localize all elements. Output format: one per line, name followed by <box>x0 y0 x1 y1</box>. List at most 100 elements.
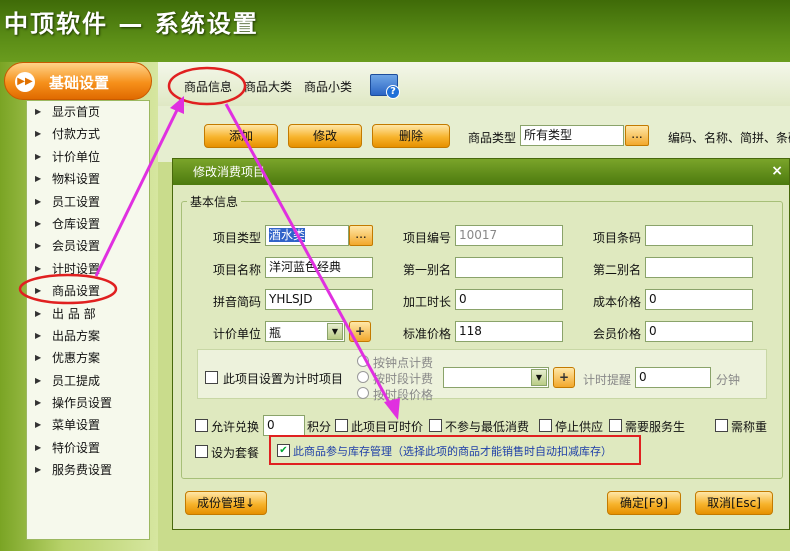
standard-price-field[interactable]: 118 <box>455 321 563 342</box>
cost-price-label: 成本价格 <box>593 295 642 309</box>
cancel-button[interactable]: 取消[Esc] <box>695 491 773 515</box>
right-triangle-icon: ▶ <box>35 465 42 475</box>
member-price-field[interactable]: 0 <box>645 321 753 342</box>
product-type-label: 商品类型 <box>468 131 517 145</box>
sidebar-item-label: 物料设置 <box>52 172 101 187</box>
pinyin-field[interactable]: YHLSJD <box>265 289 373 310</box>
sidebar-item-material[interactable]: ▶ 物料设置 <box>27 168 149 190</box>
need-weigh-checkbox[interactable] <box>715 419 728 432</box>
edit-item-dialog: 修改消费项目 × 基本信息 项目类型 酒水类 ... 项目编号 10017 项目… <box>172 158 790 530</box>
help-icon[interactable]: ? <box>370 74 400 99</box>
sidebar-item-products[interactable]: ▶ 商品设置 <box>27 280 149 302</box>
sidebar-item-menu[interactable]: ▶ 菜单设置 <box>27 414 149 436</box>
tab-category[interactable]: 商品大类 <box>244 78 292 95</box>
sidebar-item-special[interactable]: ▶ 特价设置 <box>27 437 149 459</box>
tab-subcategory[interactable]: 商品小类 <box>304 78 352 95</box>
sidebar-item-payment[interactable]: ▶ 付款方式 <box>27 123 149 145</box>
inventory-checkbox[interactable]: ✔ <box>277 444 290 457</box>
edit-button[interactable]: 修改 <box>288 124 362 148</box>
process-time-field[interactable]: 0 <box>455 289 563 310</box>
sidebar-item-label: 会员设置 <box>52 239 101 254</box>
sidebar-item-dept[interactable]: ▶ 出 品 部 <box>27 303 149 325</box>
stop-supply-checkbox[interactable] <box>539 419 552 432</box>
delete-button[interactable]: 删除 <box>372 124 450 148</box>
plus-icon: + <box>354 324 366 338</box>
toolbar: 添加 修改 删除 商品类型 所有类型 ... 编码、名称、简拼、条码 <box>158 106 790 162</box>
sidebar-item-label: 菜单设置 <box>52 418 101 433</box>
sidebar-item-discount[interactable]: ▶ 优惠方案 <box>27 347 149 369</box>
radio-hourly-label: 按钟点计费 <box>373 356 434 370</box>
right-triangle-icon: ▶ <box>35 196 42 206</box>
sidebar-item-home[interactable]: ▶ 显示首页 <box>27 101 149 123</box>
unit-select[interactable]: 瓶 ▼ <box>265 321 345 342</box>
item-type-value[interactable]: 酒水类 <box>269 228 306 242</box>
radio-period[interactable] <box>357 371 369 383</box>
search-hint: 编码、名称、简拼、条码 <box>668 131 790 145</box>
unit-label: 计价单位 <box>213 327 262 341</box>
add-unit-button[interactable]: + <box>349 321 371 342</box>
cost-price-field[interactable]: 0 <box>645 289 753 310</box>
checkmark-icon: ✔ <box>279 445 288 456</box>
item-name-field[interactable]: 洋河蓝色经典 <box>265 257 373 278</box>
pinyin-label: 拼音简码 <box>213 295 262 309</box>
right-triangle-icon: ▶ <box>35 398 42 408</box>
dialog-title: 修改消费项目 <box>173 159 789 185</box>
remind-field[interactable]: 0 <box>635 367 711 388</box>
item-type-picker-button[interactable]: ... <box>349 225 373 246</box>
sidebar-header[interactable]: ▶▶ 基础设置 <box>4 62 152 100</box>
right-triangle-icon: ▶ <box>35 151 42 161</box>
double-arrow-icon: ▶▶ <box>15 72 35 92</box>
right-triangle-icon: ▶ <box>35 420 42 430</box>
sidebar-item-label: 付款方式 <box>52 127 101 142</box>
set-combo-checkbox[interactable] <box>195 445 208 458</box>
sidebar-item-operator[interactable]: ▶ 操作员设置 <box>27 392 149 414</box>
dropdown-arrow-icon[interactable]: ▼ <box>327 323 343 340</box>
sidebar: ▶▶ 基础设置 ▶ 显示首页 ▶ 付款方式 ▶ 计价单位 ▶ 物料设置 ▶ 员工设置 ▶ 仓… <box>0 62 158 551</box>
timed-plan-select[interactable]: ▼ <box>443 367 549 388</box>
radio-period-price[interactable] <box>357 387 369 399</box>
radio-hourly[interactable] <box>357 355 369 367</box>
sidebar-item-service-fee[interactable]: ▶ 服务费设置 <box>27 459 149 481</box>
add-timed-plan-button[interactable]: + <box>553 367 575 388</box>
member-price-label: 会员价格 <box>593 327 642 341</box>
sidebar-item-label: 计时设置 <box>52 261 101 276</box>
right-triangle-icon: ▶ <box>35 129 42 139</box>
ok-button[interactable]: 确定[F9] <box>607 491 681 515</box>
dropdown-arrow-icon[interactable]: ▼ <box>531 369 547 386</box>
alias2-field[interactable] <box>645 257 753 278</box>
sidebar-item-timing[interactable]: ▶ 计时设置 <box>27 258 149 280</box>
tab-product-info[interactable]: 商品信息 <box>184 78 232 95</box>
sidebar-item-unit[interactable]: ▶ 计价单位 <box>27 146 149 168</box>
right-triangle-icon: ▶ <box>35 263 42 273</box>
product-type-select[interactable]: 所有类型 <box>520 125 624 146</box>
no-min-spend-checkbox[interactable] <box>429 419 442 432</box>
sidebar-item-label: 显示首页 <box>52 105 101 119</box>
sidebar-item-label: 服务费设置 <box>52 463 113 478</box>
right-triangle-icon: ▶ <box>35 442 42 452</box>
sidebar-item-member[interactable]: ▶ 会员设置 <box>27 235 149 257</box>
points-unit: 积分 <box>307 420 332 434</box>
alias2-label: 第二别名 <box>593 263 642 277</box>
points-field[interactable]: 0 <box>263 415 305 436</box>
title-bar: 中顶软件 — 系统设置 <box>0 0 790 62</box>
set-combo-label: 设为套餐 <box>211 446 260 460</box>
timed-item-checkbox[interactable] <box>205 371 218 384</box>
timed-price-checkbox[interactable] <box>335 419 348 432</box>
product-type-picker-button[interactable]: ... <box>625 125 649 146</box>
sidebar-item-warehouse[interactable]: ▶ 仓库设置 <box>27 213 149 235</box>
need-waiter-checkbox[interactable] <box>609 419 622 432</box>
process-time-label: 加工时长 <box>403 295 452 309</box>
sidebar-item-label: 计价单位 <box>52 149 101 164</box>
sidebar-item-commission[interactable]: ▶ 员工提成 <box>27 370 149 392</box>
cost-management-button[interactable]: 成份管理↓ <box>185 491 267 515</box>
item-code-field[interactable]: 10017 <box>455 225 563 246</box>
allow-exchange-checkbox[interactable] <box>195 419 208 432</box>
add-button[interactable]: 添加 <box>204 124 278 148</box>
close-icon[interactable]: × <box>771 163 783 179</box>
alias1-field[interactable] <box>455 257 563 278</box>
item-barcode-field[interactable] <box>645 225 753 246</box>
inventory-label: 此商品参与库存管理（选择此项的商品才能销售时自动扣减库存） <box>293 445 612 458</box>
sidebar-item-plan[interactable]: ▶ 出品方案 <box>27 325 149 347</box>
sidebar-item-staff[interactable]: ▶ 员工设置 <box>27 191 149 213</box>
radio-period-price-label: 按时段价格 <box>373 388 434 402</box>
